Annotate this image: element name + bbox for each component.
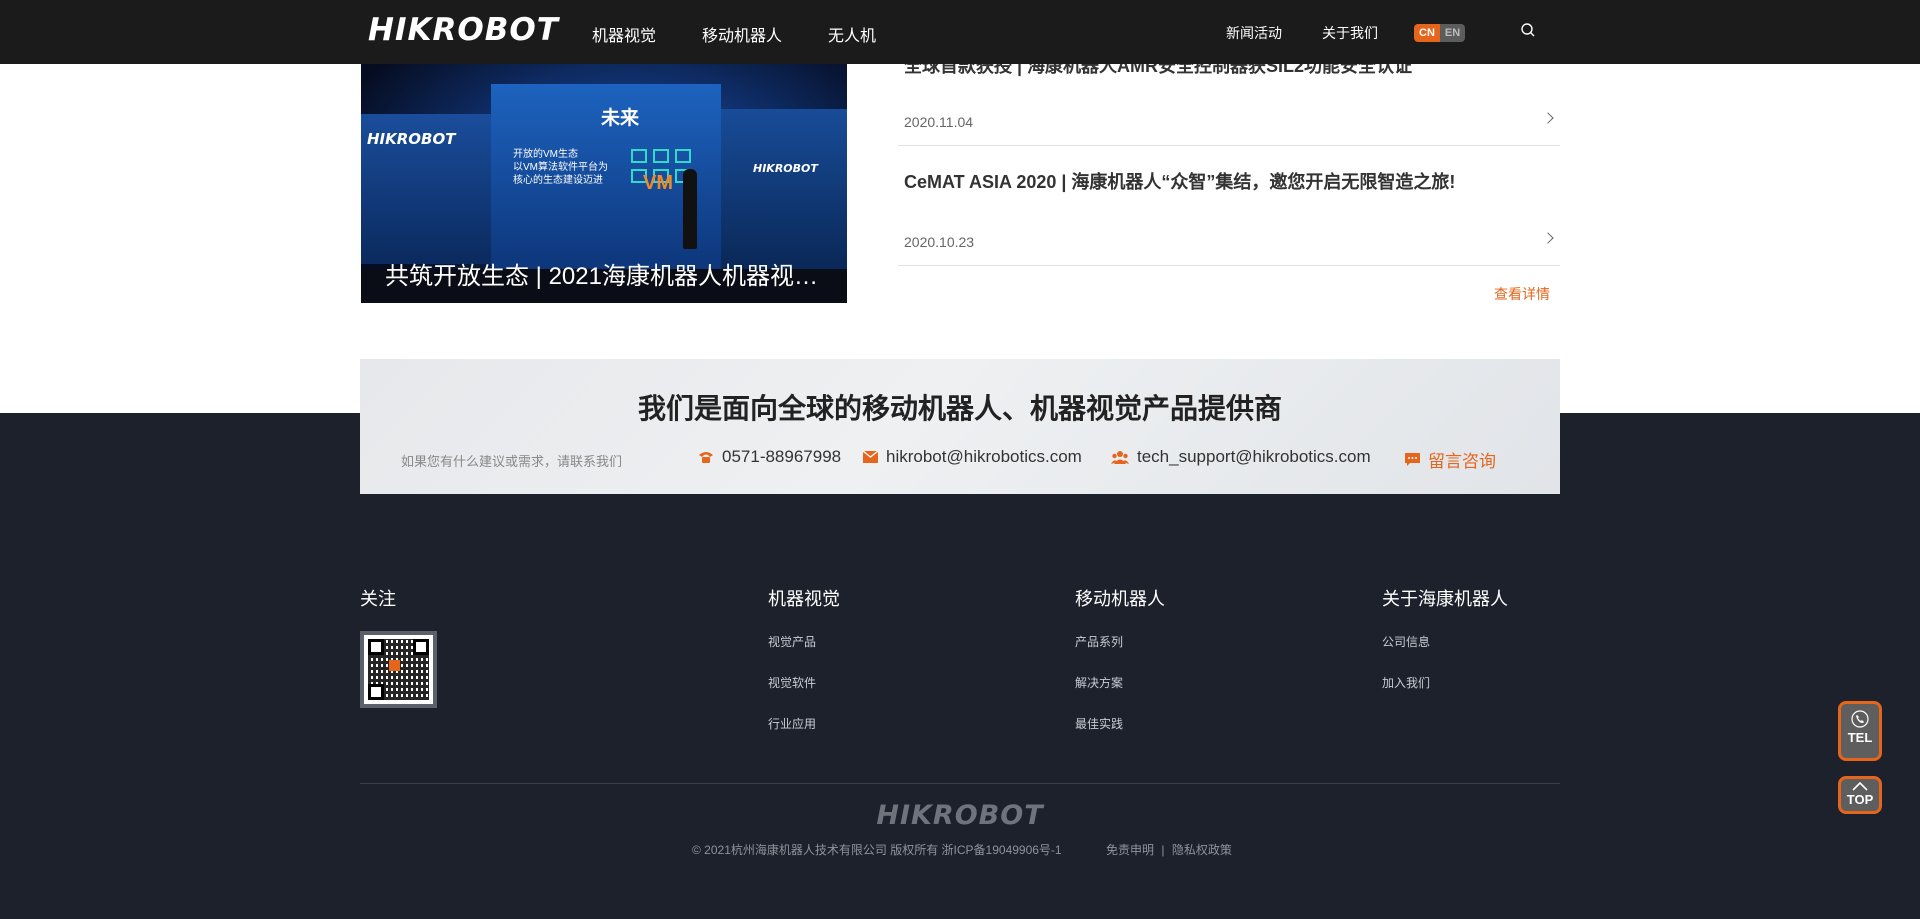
view-more-link[interactable]: 查看详情	[1494, 284, 1550, 304]
phone-icon	[699, 452, 713, 463]
copyright-text: © 2021杭州海康机器人技术有限公司 版权所有 浙ICP备19049906号-…	[692, 843, 1062, 857]
tel-label: TEL	[1847, 730, 1873, 745]
contact-hint: 如果您有什么建议或需求，请联系我们	[401, 454, 623, 469]
news-title[interactable]: CeMAT ASIA 2020 | 海康机器人“众智”集结，邀您开启无限智造之旅…	[904, 168, 1455, 194]
image-logo-left: HIKROBOT	[367, 130, 456, 148]
footer-link[interactable]: 解决方案	[1075, 674, 1123, 691]
news-date: 2020.11.04	[904, 114, 974, 130]
image-vm-text: VM	[643, 172, 673, 194]
main-nav: 机器视觉 移动机器人 无人机	[592, 22, 922, 46]
privacy-link[interactable]: 隐私权政策	[1172, 843, 1232, 857]
lang-cn-button[interactable]: CN	[1414, 24, 1440, 42]
footer-col-title: 关于海康机器人	[1382, 589, 1508, 609]
chevron-right-icon[interactable]	[1542, 112, 1554, 124]
footer-logo: HIKROBOT	[876, 800, 1044, 831]
wechat-qr-code	[360, 631, 437, 708]
nav-item-news[interactable]: 新闻活动	[1226, 23, 1282, 43]
footer-col-title: 机器视觉	[768, 589, 840, 609]
featured-news-caption: 共筑开放生态 | 2021海康机器人机器视觉新品发布会	[385, 263, 835, 290]
legal-separator: |	[1161, 843, 1165, 857]
nav-item-drone[interactable]: 无人机	[828, 22, 876, 46]
footer-link[interactable]: 加入我们	[1382, 674, 1430, 691]
footer-link[interactable]: 视觉软件	[768, 674, 816, 691]
language-switch: CN EN	[1414, 24, 1466, 42]
image-heading: 未来	[601, 108, 640, 129]
tel-float-button[interactable]: TEL	[1838, 701, 1882, 761]
news-date: 2020.10.23	[904, 234, 975, 250]
footer-link[interactable]: 产品系列	[1075, 633, 1123, 650]
featured-news-image[interactable]: HIKROBOT HIKROBOT 未来 开放的VM生态 以VM算法软件平台为 …	[361, 64, 847, 303]
footer-link[interactable]: 最佳实践	[1075, 715, 1123, 732]
contact-email[interactable]: hikrobot@hikrobotics.com	[863, 447, 1082, 467]
lang-en-button[interactable]: EN	[1439, 24, 1466, 42]
mail-icon	[863, 451, 878, 463]
presenter-figure	[683, 169, 697, 249]
image-slide-text: 开放的VM生态 以VM算法软件平台为 核心的生态建设迈进	[513, 149, 608, 186]
nav-item-about[interactable]: 关于我们	[1322, 23, 1378, 43]
chevron-right-icon[interactable]	[1542, 232, 1554, 244]
site-header: HIKROBOT 机器视觉 移动机器人 无人机 新闻活动 关于我们 CN EN	[0, 0, 1920, 64]
chat-icon	[1405, 452, 1420, 466]
disclaimer-link[interactable]: 免责申明	[1106, 843, 1154, 857]
secondary-nav: 新闻活动 关于我们 CN EN	[1226, 23, 1466, 43]
users-icon	[1111, 451, 1129, 464]
qr-logo-icon	[389, 660, 400, 671]
contact-phone[interactable]: 0571-88967998	[698, 447, 841, 467]
contact-support[interactable]: tech_support@hikrobotics.com	[1111, 447, 1371, 467]
chevron-up-icon	[1852, 781, 1868, 791]
footer-divider	[360, 783, 1560, 784]
contact-banner: 我们是面向全球的移动机器人、机器视觉产品提供商 如果您有什么建议或需求，请联系我…	[360, 359, 1560, 494]
footer-col-title: 移动机器人	[1075, 589, 1165, 609]
search-icon[interactable]	[1520, 22, 1536, 38]
footer-link[interactable]: 公司信息	[1382, 633, 1430, 650]
phone-icon	[1851, 710, 1869, 728]
footer-link[interactable]: 行业应用	[768, 715, 816, 732]
site-logo[interactable]: HIKROBOT	[368, 12, 559, 48]
back-to-top-button[interactable]: TOP	[1838, 776, 1882, 814]
top-label: TOP	[1846, 792, 1874, 807]
nav-item-mobile-robot[interactable]: 移动机器人	[702, 22, 782, 46]
footer-follow-title: 关注	[360, 589, 396, 609]
contact-title: 我们是面向全球的移动机器人、机器视觉产品提供商	[637, 393, 1282, 424]
news-list-item[interactable]: CeMAT ASIA 2020 | 海康机器人“众智”集结，邀您开启无限智造之旅…	[898, 146, 1560, 266]
image-logo-right: HIKROBOT	[753, 162, 818, 175]
consult-button[interactable]: 留言咨询	[1405, 447, 1496, 472]
legal-links: 免责申明 | 隐私权政策	[1106, 841, 1232, 858]
footer-link[interactable]: 视觉产品	[768, 633, 816, 650]
nav-item-machine-vision[interactable]: 机器视觉	[592, 22, 656, 46]
